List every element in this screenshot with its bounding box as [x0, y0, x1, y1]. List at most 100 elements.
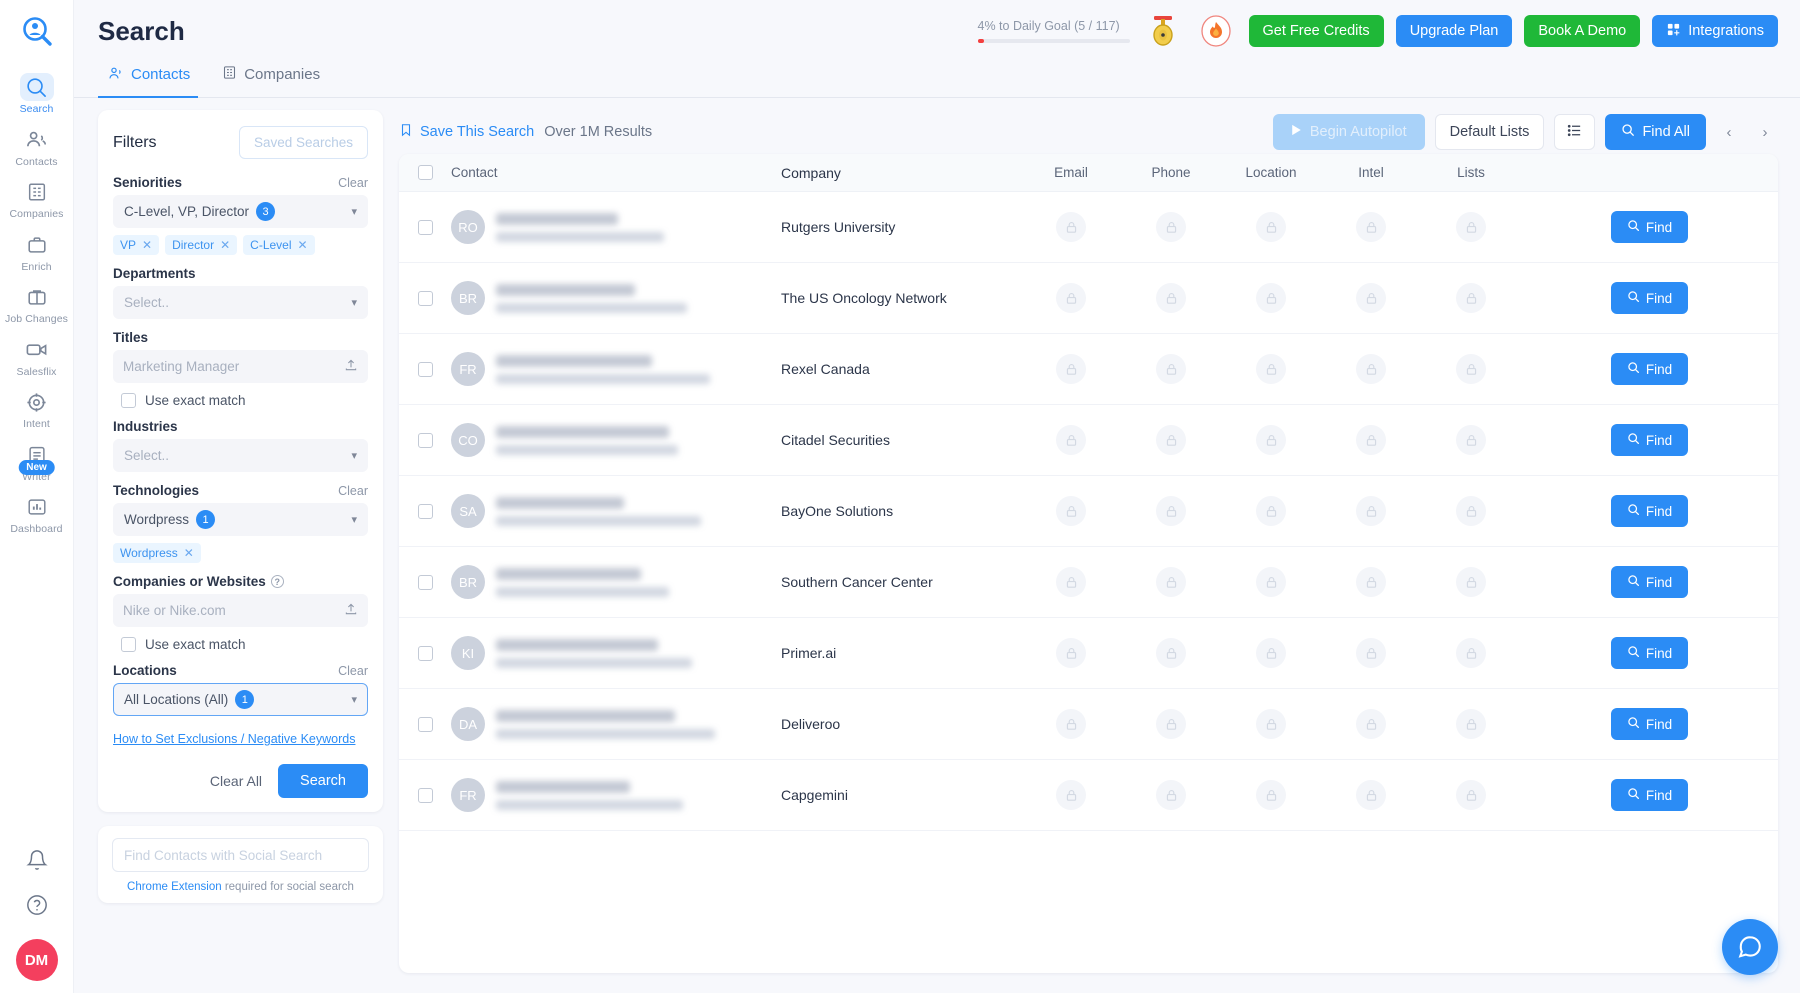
find-button[interactable]: Find [1611, 779, 1688, 811]
medal-icon[interactable] [1143, 11, 1183, 51]
locked-cell[interactable] [1421, 425, 1521, 455]
exclusions-link[interactable]: How to Set Exclusions / Negative Keyword… [113, 732, 368, 746]
upload-icon[interactable] [344, 358, 358, 375]
row-checkbox[interactable] [418, 646, 433, 661]
row-checkbox[interactable] [418, 788, 433, 803]
locked-cell[interactable] [1421, 638, 1521, 668]
social-search-input[interactable]: Find Contacts with Social Search [112, 838, 369, 872]
sidebar-item-dashboard[interactable]: Dashboard [4, 488, 70, 539]
locked-cell[interactable] [1121, 780, 1221, 810]
close-icon[interactable]: ✕ [142, 238, 152, 252]
locked-cell[interactable] [1221, 425, 1321, 455]
help-icon[interactable] [26, 894, 48, 921]
sidebar-item-writer[interactable]: NewWriter [4, 436, 70, 487]
locked-cell[interactable] [1021, 780, 1121, 810]
locked-cell[interactable] [1221, 212, 1321, 242]
locked-cell[interactable] [1321, 638, 1421, 668]
sidebar-item-job-changes[interactable]: Job Changes [4, 278, 70, 329]
sidebar-item-enrich[interactable]: Enrich [4, 226, 70, 277]
table-row[interactable]: SABayOne SolutionsFind [399, 476, 1778, 547]
find-button[interactable]: Find [1611, 353, 1688, 385]
search-button[interactable]: Search [278, 764, 368, 798]
locked-cell[interactable] [1021, 496, 1121, 526]
row-checkbox[interactable] [418, 220, 433, 235]
table-row[interactable]: FRRexel CanadaFind [399, 334, 1778, 405]
locked-cell[interactable] [1121, 354, 1221, 384]
close-icon[interactable]: ✕ [220, 238, 230, 252]
locked-cell[interactable] [1421, 709, 1521, 739]
locked-cell[interactable] [1221, 567, 1321, 597]
filter-chip[interactable]: Director✕ [165, 235, 237, 255]
find-button[interactable]: Find [1611, 495, 1688, 527]
seniorities-clear[interactable]: Clear [338, 176, 368, 190]
get-free-credits-button[interactable]: Get Free Credits [1249, 15, 1384, 47]
list-view-button[interactable] [1554, 114, 1595, 150]
find-button[interactable]: Find [1611, 637, 1688, 669]
user-avatar[interactable]: DM [16, 939, 58, 981]
locked-cell[interactable] [1321, 567, 1421, 597]
locked-cell[interactable] [1321, 709, 1421, 739]
locked-cell[interactable] [1021, 283, 1121, 313]
locked-cell[interactable] [1121, 709, 1221, 739]
tab-companies[interactable]: Companies [212, 62, 336, 97]
find-button[interactable]: Find [1611, 708, 1688, 740]
technologies-select[interactable]: Wordpress 1 ▾ [113, 503, 368, 536]
locked-cell[interactable] [1221, 780, 1321, 810]
filter-chip[interactable]: Wordpress✕ [113, 543, 201, 563]
row-checkbox[interactable] [418, 433, 433, 448]
table-row[interactable]: BRSouthern Cancer CenterFind [399, 547, 1778, 618]
integrations-button[interactable]: Integrations [1652, 15, 1778, 47]
filter-chip[interactable]: VP✕ [113, 235, 159, 255]
locked-cell[interactable] [1121, 283, 1221, 313]
row-checkbox[interactable] [418, 362, 433, 377]
table-row[interactable]: RORutgers UniversityFind [399, 192, 1778, 263]
locked-cell[interactable] [1421, 212, 1521, 242]
saved-searches-button[interactable]: Saved Searches [239, 126, 368, 159]
chrome-extension-link[interactable]: Chrome Extension [127, 881, 222, 893]
locked-cell[interactable] [1321, 212, 1421, 242]
table-row[interactable]: KIPrimer.aiFind [399, 618, 1778, 689]
locked-cell[interactable] [1121, 212, 1221, 242]
flame-icon[interactable] [1196, 11, 1236, 51]
locked-cell[interactable] [1021, 567, 1121, 597]
locked-cell[interactable] [1021, 354, 1121, 384]
sidebar-item-intent[interactable]: Intent [4, 383, 70, 434]
find-all-button[interactable]: Find All [1605, 114, 1706, 150]
find-button[interactable]: Find [1611, 566, 1688, 598]
table-row[interactable]: DADeliverooFind [399, 689, 1778, 760]
question-icon[interactable]: ? [271, 575, 284, 588]
technologies-clear[interactable]: Clear [338, 484, 368, 498]
close-icon[interactable]: ✕ [298, 238, 308, 252]
locked-cell[interactable] [1421, 354, 1521, 384]
sidebar-item-companies[interactable]: Companies [4, 173, 70, 224]
table-row[interactable]: FRCapgeminiFind [399, 760, 1778, 831]
locked-cell[interactable] [1321, 283, 1421, 313]
locked-cell[interactable] [1221, 709, 1321, 739]
row-checkbox[interactable] [418, 291, 433, 306]
seniorities-select[interactable]: C-Level, VP, Director 3 ▾ [113, 195, 368, 228]
find-button[interactable]: Find [1611, 211, 1688, 243]
locations-select[interactable]: All Locations (All) 1 ▾ [113, 683, 368, 716]
locked-cell[interactable] [1421, 567, 1521, 597]
locked-cell[interactable] [1121, 567, 1221, 597]
locked-cell[interactable] [1121, 425, 1221, 455]
locked-cell[interactable] [1321, 496, 1421, 526]
checkbox[interactable] [121, 637, 136, 652]
chat-icon[interactable] [1722, 919, 1778, 975]
bell-icon[interactable] [26, 849, 48, 876]
locked-cell[interactable] [1021, 638, 1121, 668]
industries-select[interactable]: Select.. ▾ [113, 439, 368, 472]
locked-cell[interactable] [1221, 283, 1321, 313]
sidebar-item-contacts[interactable]: Contacts [4, 121, 70, 172]
locked-cell[interactable] [1221, 496, 1321, 526]
locked-cell[interactable] [1021, 709, 1121, 739]
row-checkbox[interactable] [418, 717, 433, 732]
clear-all-button[interactable]: Clear All [210, 773, 262, 789]
filter-chip[interactable]: C-Level✕ [243, 235, 314, 255]
locked-cell[interactable] [1221, 638, 1321, 668]
table-row[interactable]: BRThe US Oncology NetworkFind [399, 263, 1778, 334]
companies-exact-match[interactable]: Use exact match [121, 637, 368, 652]
tab-contacts[interactable]: Contacts [98, 62, 206, 97]
upload-icon[interactable] [344, 602, 358, 619]
locked-cell[interactable] [1421, 780, 1521, 810]
